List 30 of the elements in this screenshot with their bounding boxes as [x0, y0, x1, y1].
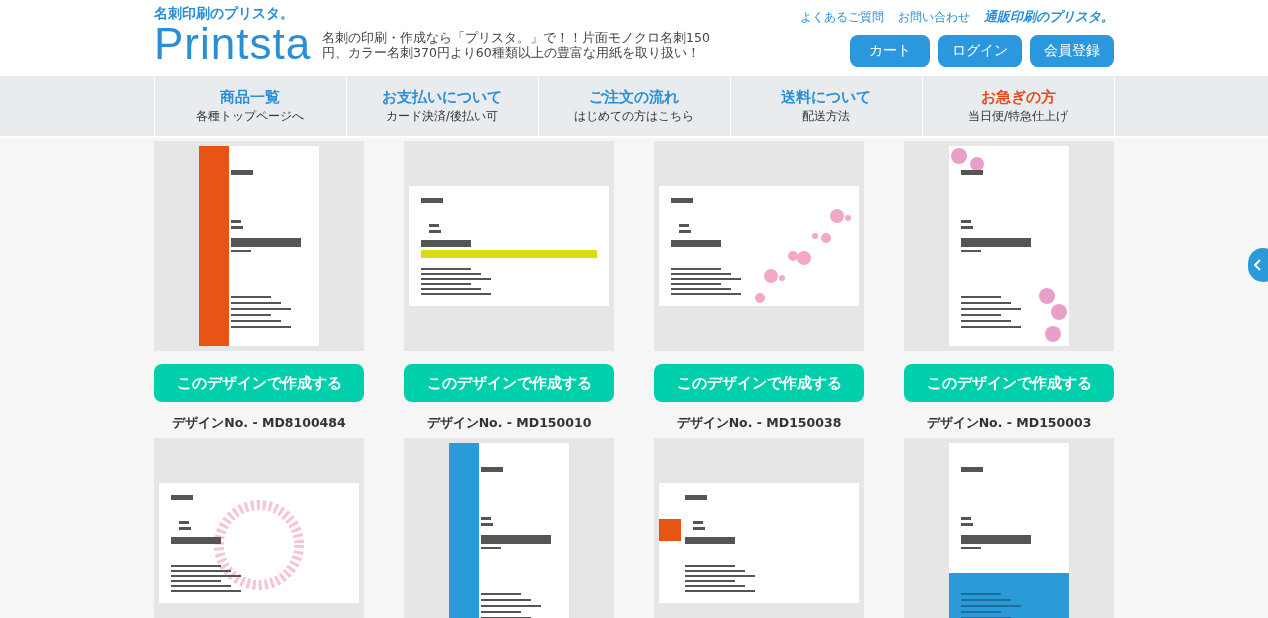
business-card-drawing[interactable] [659, 186, 859, 306]
site-description: 名刺の印刷・作成なら「プリスタ。」で！！片面モノクロ名刺150円、カラー名刺370円より60種類以上の豊富な用紙を取り扱い！ [322, 30, 711, 60]
create-design-button[interactable]: このデザインで作成する [404, 364, 614, 402]
site-logo[interactable]: Printsta [154, 22, 322, 66]
business-card-drawing[interactable] [659, 483, 859, 603]
business-card-drawing[interactable] [449, 443, 569, 618]
nav-item[interactable]: 商品一覧 各種トップページへ [154, 76, 347, 136]
nav-item[interactable]: お支払いについて カード決済/後払い可 [346, 76, 539, 136]
business-card-drawing[interactable] [949, 146, 1069, 346]
nav-item[interactable]: お急ぎの方 当日便/特急仕上げ [922, 76, 1115, 136]
create-design-button[interactable]: このデザインで作成する [154, 364, 364, 402]
create-design-button[interactable]: このデザインで作成する [904, 364, 1114, 402]
create-design-button[interactable]: このデザインで作成する [654, 364, 864, 402]
design-number: デザインNo. - MD150038 [676, 415, 842, 432]
design-number: デザインNo. - MD150003 [926, 415, 1092, 432]
header-link[interactable]: よくあるご質問 [800, 8, 884, 26]
brand-tagline: 名刺印刷のプリスタ。 [154, 4, 295, 22]
header-button[interactable]: ログイン [938, 35, 1022, 67]
design-number: デザインNo. - MD150010 [426, 415, 592, 432]
nav-item[interactable]: ご注文の流れ はじめての方はこちら [538, 76, 731, 136]
business-card-drawing[interactable] [949, 443, 1069, 618]
header-link[interactable]: お問い合わせ [898, 8, 970, 26]
nav-item[interactable]: 送料について 配送方法 [730, 76, 923, 136]
design-number: デザインNo. - MD8100484 [172, 415, 346, 432]
header-button[interactable]: カート [850, 35, 930, 67]
header-button[interactable]: 会員登録 [1030, 35, 1114, 67]
business-card-drawing[interactable] [159, 483, 359, 603]
business-card-drawing[interactable] [409, 186, 609, 306]
business-card-drawing[interactable] [199, 146, 319, 346]
sister-site-logo[interactable]: 通販印刷のプリスタ。 [984, 8, 1114, 26]
